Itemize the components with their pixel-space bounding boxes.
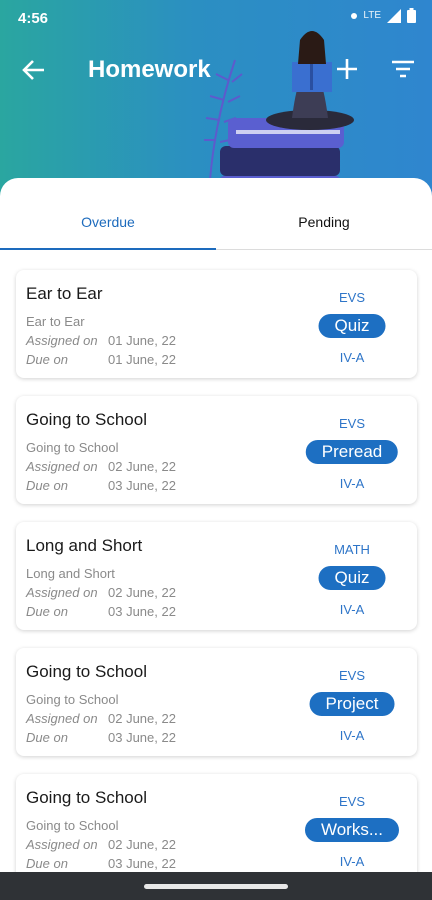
tab-overdue[interactable]: Overdue: [0, 178, 216, 250]
homework-card[interactable]: Ear to Ear Ear to Ear Assigned on 01 June…: [16, 270, 417, 378]
class-label: IV-A: [339, 350, 365, 365]
assigned-row: Assigned on 01 June, 22: [26, 333, 176, 348]
plus-icon: [337, 59, 357, 79]
assigned-row: Assigned on 02 June, 22: [26, 459, 176, 474]
assigned-date: 02 June, 22: [108, 837, 176, 852]
homework-card[interactable]: Going to School Going to School Assigned…: [16, 774, 417, 882]
due-row: Due on 03 June, 22: [26, 856, 176, 871]
assigned-row: Assigned on 02 June, 22: [26, 837, 176, 852]
system-nav-bar: [0, 872, 432, 900]
filter-icon: [392, 60, 414, 78]
homework-card[interactable]: Going to School Going to School Assigned…: [16, 648, 417, 756]
homework-card[interactable]: Going to School Going to School Assigned…: [16, 396, 417, 504]
content-sheet: Overdue Pending Ear to Ear Ear to Ear As…: [0, 178, 432, 900]
due-date: 03 June, 22: [108, 730, 176, 745]
type-badge: Project: [309, 692, 395, 716]
back-button[interactable]: [20, 56, 48, 84]
filter-button[interactable]: [390, 58, 416, 80]
reading-illustration: [180, 20, 370, 200]
type-badge: Quiz: [318, 566, 386, 590]
homework-subtitle: Going to School: [26, 440, 119, 455]
class-label: IV-A: [339, 728, 365, 743]
class-label: IV-A: [339, 476, 365, 491]
subject-label: EVS: [338, 290, 365, 305]
tab-indicator: [0, 248, 216, 250]
due-row: Due on 01 June, 22: [26, 352, 176, 367]
due-label: Due on: [26, 856, 68, 871]
signal-icon: [387, 8, 401, 23]
subject-label: EVS: [338, 416, 365, 431]
header: 4:56 LTE Homework: [0, 0, 432, 200]
due-date: 01 June, 22: [108, 352, 176, 367]
assigned-label: Assigned on: [26, 585, 98, 600]
homework-title: Ear to Ear: [26, 284, 103, 303]
subject-label: EVS: [338, 794, 365, 809]
homework-subtitle: Ear to Ear: [26, 314, 85, 329]
assigned-row: Assigned on 02 June, 22: [26, 585, 176, 600]
due-row: Due on 03 June, 22: [26, 478, 176, 493]
homework-title: Going to School: [26, 410, 147, 429]
due-label: Due on: [26, 730, 68, 745]
due-label: Due on: [26, 478, 68, 493]
assigned-date: 01 June, 22: [108, 333, 176, 348]
class-label: IV-A: [339, 854, 365, 869]
page-title: Homework: [88, 56, 211, 83]
homework-subtitle: Long and Short: [26, 566, 115, 581]
battery-icon: [407, 8, 416, 23]
due-date: 03 June, 22: [108, 856, 176, 871]
assigned-label: Assigned on: [26, 333, 98, 348]
type-badge: Works...: [304, 818, 400, 842]
subject-label: MATH: [334, 542, 370, 557]
add-button[interactable]: [334, 56, 360, 82]
assigned-date: 02 June, 22: [108, 585, 176, 600]
due-date: 03 June, 22: [108, 478, 176, 493]
homework-title: Going to School: [26, 788, 147, 807]
assigned-row: Assigned on 02 June, 22: [26, 711, 176, 726]
homework-subtitle: Going to School: [26, 818, 119, 833]
due-row: Due on 03 June, 22: [26, 730, 176, 745]
type-badge: Quiz: [318, 314, 386, 338]
home-gesture-handle[interactable]: [144, 884, 288, 889]
due-date: 03 June, 22: [108, 604, 176, 619]
homework-title: Going to School: [26, 662, 147, 681]
homework-subtitle: Going to School: [26, 692, 119, 707]
due-label: Due on: [26, 352, 68, 367]
type-badge: Preread: [305, 440, 399, 464]
homework-card[interactable]: Long and Short Long and Short Assigned o…: [16, 522, 417, 630]
assigned-date: 02 June, 22: [108, 711, 176, 726]
tab-bar: Overdue Pending: [0, 178, 432, 250]
class-label: IV-A: [339, 602, 365, 617]
status-time: 4:56: [18, 10, 49, 27]
due-label: Due on: [26, 604, 68, 619]
arrow-left-icon: [22, 60, 44, 80]
due-row: Due on 03 June, 22: [26, 604, 176, 619]
assigned-label: Assigned on: [26, 711, 98, 726]
assigned-label: Assigned on: [26, 459, 98, 474]
assigned-label: Assigned on: [26, 837, 98, 852]
homework-title: Long and Short: [26, 536, 143, 555]
assigned-date: 02 June, 22: [108, 459, 176, 474]
tab-pending[interactable]: Pending: [216, 178, 432, 250]
notification-dot-icon: [351, 12, 358, 19]
subject-label: EVS: [338, 668, 365, 683]
